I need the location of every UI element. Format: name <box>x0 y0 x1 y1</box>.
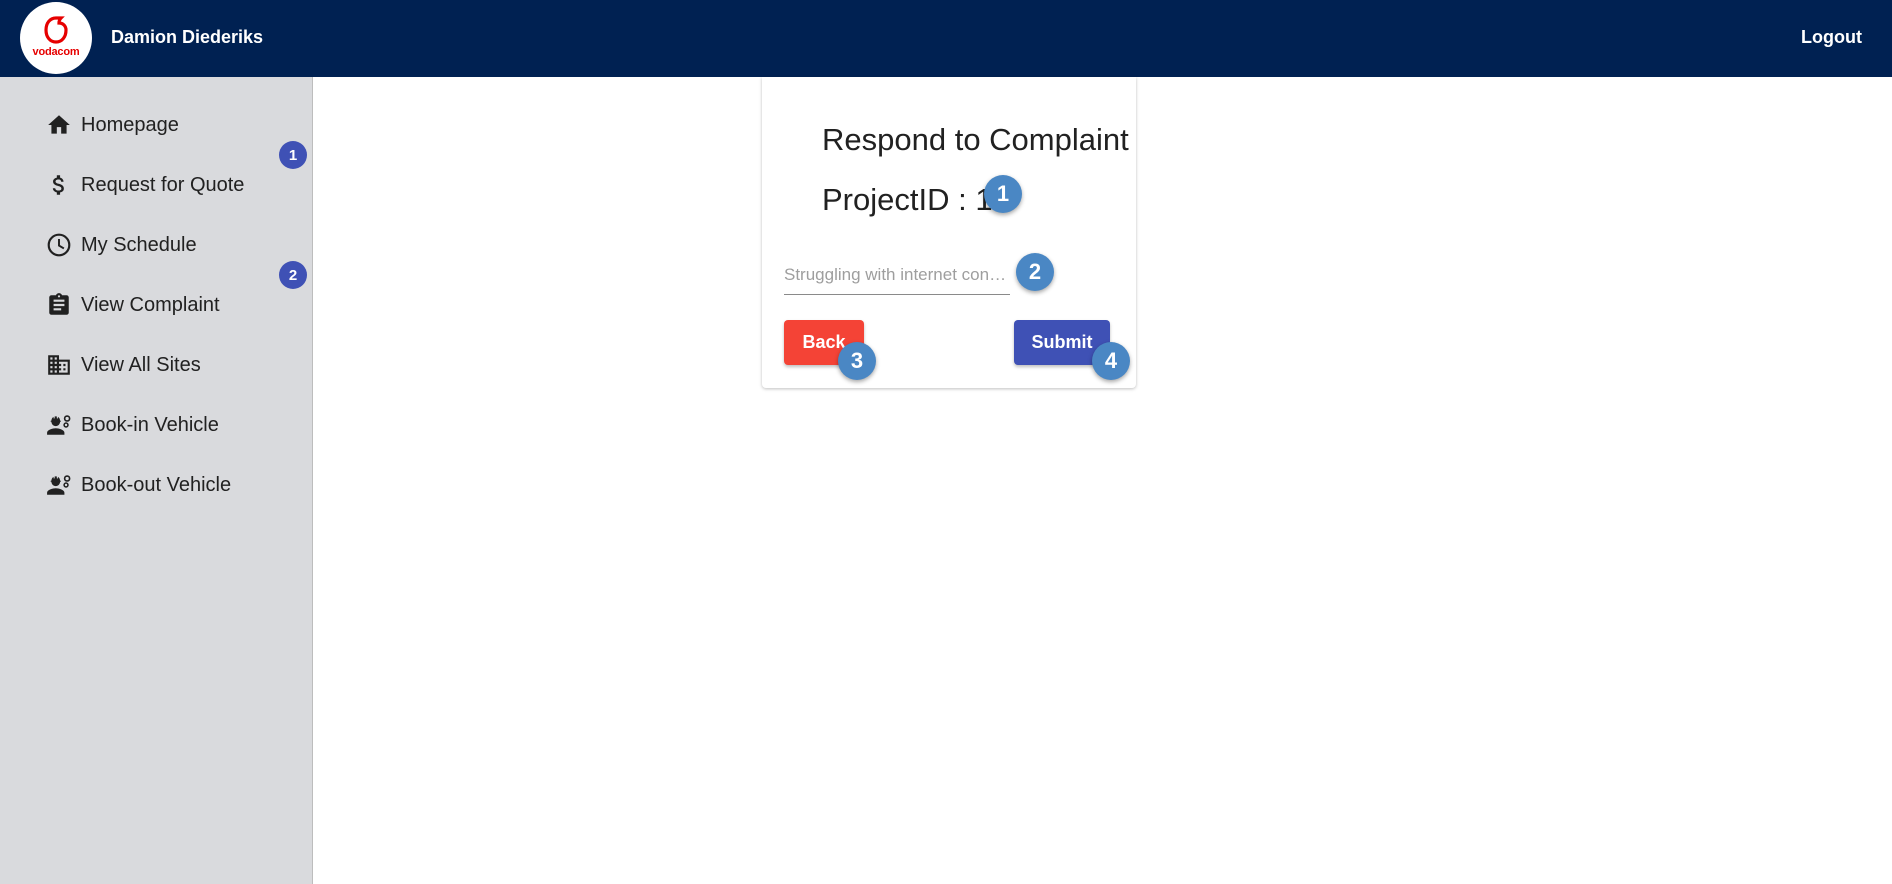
logout-button[interactable]: Logout <box>1801 27 1862 48</box>
annotation-marker: 2 <box>1016 253 1054 291</box>
sidebar-item-request-for-quote[interactable]: Request for Quote <box>44 165 304 205</box>
sidebar-item-my-schedule[interactable]: My Schedule <box>44 225 304 265</box>
annotation-marker: 4 <box>1092 342 1130 380</box>
vodacom-logo[interactable]: vodacom <box>20 2 92 74</box>
respond-complaint-card: Respond to Complaint ProjectID : 1 Back … <box>762 77 1136 388</box>
sidebar: Homepage Request for Quote My Schedule V… <box>0 77 313 884</box>
home-icon <box>44 110 74 140</box>
sidebar-item-label: Homepage <box>81 113 179 136</box>
response-field <box>784 260 1010 295</box>
sidebar-item-label: View All Sites <box>81 353 201 376</box>
nav-badge: 1 <box>279 141 307 169</box>
dollar-icon <box>44 170 74 200</box>
sidebar-item-view-complaint[interactable]: View Complaint <box>44 285 304 325</box>
sidebar-item-label: View Complaint <box>81 293 220 316</box>
clock-icon <box>44 230 74 260</box>
top-app-bar: vodacom Damion Diederiks Logout <box>0 0 1892 77</box>
logo-text: vodacom <box>32 46 80 58</box>
sidebar-item-label: Book-out Vehicle <box>81 473 232 496</box>
vodafone-speechmark-icon <box>44 16 68 44</box>
sidebar-item-label: Request for Quote <box>81 173 245 196</box>
user-name: Damion Diederiks <box>111 27 264 47</box>
sidebar-item-book-in-vehicle[interactable]: Book-in Vehicle <box>44 405 304 445</box>
sidebar-item-label: My Schedule <box>81 233 197 256</box>
sidebar-item-book-out-vehicle[interactable]: Book-out Vehicle <box>44 465 304 505</box>
annotation-marker: 1 <box>984 175 1022 213</box>
annotation-marker: 3 <box>838 342 876 380</box>
engineering-icon <box>44 410 74 440</box>
sidebar-item-label: Book-in Vehicle <box>81 413 219 436</box>
engineering-icon <box>44 470 74 500</box>
page-title: Respond to Complaint <box>822 122 1129 157</box>
building-icon <box>44 350 74 380</box>
clipboard-icon <box>44 290 74 320</box>
project-id-label: ProjectID : 1 <box>822 182 993 217</box>
response-input[interactable] <box>784 260 1010 290</box>
sidebar-item-homepage[interactable]: Homepage <box>44 105 304 145</box>
nav-badge: 2 <box>279 261 307 289</box>
sidebar-item-view-all-sites[interactable]: View All Sites <box>44 345 304 385</box>
